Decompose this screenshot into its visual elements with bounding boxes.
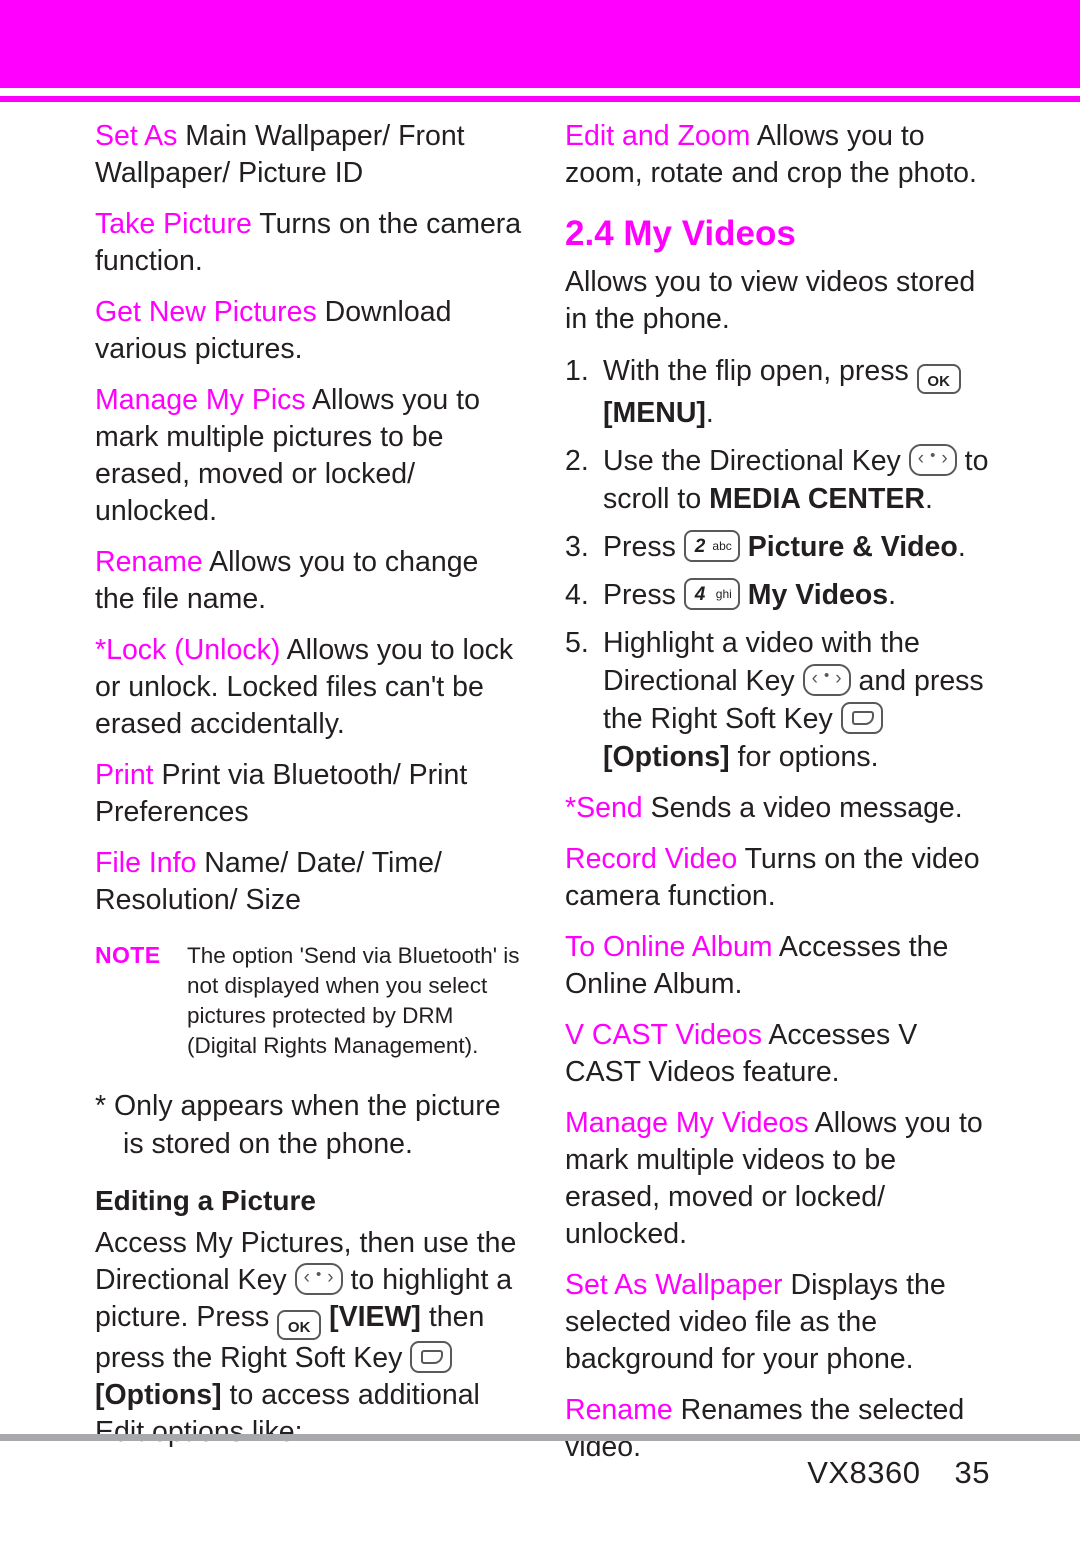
key-4-letters: ghi xyxy=(715,587,732,601)
right-soft-key-icon xyxy=(840,702,883,734)
step-2-punct: . xyxy=(925,483,933,515)
step-3: 3. Press 2 abc Picture & Video. xyxy=(565,528,990,566)
note-label: NOTE xyxy=(95,942,161,968)
step-3-text-after xyxy=(740,531,748,563)
entry-lock-unlock: *Lock (Unlock) Allows you to lock or unl… xyxy=(95,632,525,743)
step-2-text: Use the Directional Key xyxy=(603,445,909,477)
options-label: [Options] xyxy=(95,1379,222,1411)
entry-take-picture: Take Picture Turns on the camera functio… xyxy=(95,206,525,280)
section-title-my-videos: 2.4 My Videos xyxy=(565,214,796,253)
step-2-bold: MEDIA CENTER xyxy=(709,483,925,515)
term-v-cast-videos: V CAST Videos xyxy=(565,1019,762,1051)
key-2-abc-icon: 2 abc xyxy=(683,530,740,562)
step-1-bold: [MENU] xyxy=(603,397,706,429)
term-manage-my-videos: Manage My Videos xyxy=(565,1107,809,1139)
right-column: Edit and Zoom Allows you to zoom, rotate… xyxy=(565,118,990,1480)
term-edit-and-zoom: Edit and Zoom xyxy=(565,120,751,152)
step-4-number: 4. xyxy=(565,579,589,611)
term-manage-my-pics: Manage My Pics xyxy=(95,384,306,416)
step-4-punct: . xyxy=(888,579,897,611)
step-1-number: 1. xyxy=(565,355,589,387)
directional-key-icon: • xyxy=(802,664,851,696)
step-5-bold: [Options] xyxy=(603,741,730,773)
entry-edit-and-zoom: Edit and Zoom Allows you to zoom, rotate… xyxy=(565,118,990,192)
header-rule xyxy=(0,96,1080,102)
term-set-as: Set As xyxy=(95,120,178,152)
my-videos-steps: 1. With the flip open, press OK [MENU]. 2.… xyxy=(565,352,990,776)
entry-v-cast-videos: V CAST Videos Accesses V CAST Videos fea… xyxy=(565,1017,990,1091)
step-2-number: 2. xyxy=(565,445,589,477)
key-4-ghi-icon: 4 ghi xyxy=(683,578,740,610)
term-lock-unlock: *Lock (Unlock) xyxy=(95,634,281,666)
term-rename: Rename xyxy=(95,546,203,578)
step-5-punct: for options. xyxy=(729,741,879,773)
subheading-editing-a-picture: Editing a Picture xyxy=(95,1185,316,1216)
note-text: The option 'Send via Bluetooth' is not d… xyxy=(187,943,520,1058)
top-banner xyxy=(0,0,1080,88)
step-3-punct: . xyxy=(957,531,966,563)
footer: VX8360 35 xyxy=(807,1455,990,1491)
entry-send: *Send Sends a video message. xyxy=(565,790,990,827)
term-record-video: Record Video xyxy=(565,843,738,875)
right-soft-key-icon xyxy=(410,1341,453,1373)
key-2-digit: 2 xyxy=(694,536,706,557)
ok-key-icon: OK xyxy=(916,364,961,394)
entry-get-new-pictures: Get New Pictures Download various pictur… xyxy=(95,294,525,368)
star-note: * Only appears when the picture is store… xyxy=(95,1090,501,1160)
desc-send: Sends a video message. xyxy=(642,792,963,824)
key-4-digit: 4 xyxy=(694,584,706,605)
step-3-number: 3. xyxy=(565,531,589,563)
step-4-text-after xyxy=(740,579,748,611)
model-number: VX8360 xyxy=(807,1455,921,1490)
step-4-bold: My Videos xyxy=(747,579,889,611)
step-5: 5. Highlight a video with the Directional… xyxy=(565,624,990,776)
step-1-punct: . xyxy=(705,397,714,429)
term-send: *Send xyxy=(565,792,643,824)
term-rename-video: Rename xyxy=(565,1394,673,1426)
note-block: NOTE The option 'Send via Bluetooth' is … xyxy=(95,941,525,1061)
entry-manage-my-videos: Manage My Videos Allows you to mark mult… xyxy=(565,1105,990,1253)
view-label: [VIEW] xyxy=(329,1301,421,1333)
term-print: Print xyxy=(95,759,154,791)
term-file-info: File Info xyxy=(95,847,197,879)
key-2-letters: abc xyxy=(712,539,732,553)
ok-key-icon: OK xyxy=(277,1310,322,1340)
my-videos-intro: Allows you to view videos stored in the … xyxy=(565,266,976,335)
entry-print: Print Print via Bluetooth/ Print Prefere… xyxy=(95,757,525,831)
term-take-picture: Take Picture xyxy=(95,208,252,240)
step-1-text: With the flip open, press xyxy=(603,355,917,387)
entry-rename: Rename Allows you to change the file nam… xyxy=(95,544,525,618)
page-number: 35 xyxy=(954,1455,990,1490)
step-5-number: 5. xyxy=(565,627,589,659)
entry-to-online-album: To Online Album Accesses the Online Albu… xyxy=(565,929,990,1003)
entry-set-as-wallpaper: Set As Wallpaper Displays the selected v… xyxy=(565,1267,990,1378)
directional-key-icon: • xyxy=(908,444,957,476)
step-2: 2.Use the Directional Key • to scroll to… xyxy=(565,442,990,518)
editing-part3 xyxy=(321,1301,329,1333)
step-4: 4. Press 4 ghi My Videos. xyxy=(565,576,990,614)
entry-set-as: Set As Main Wallpaper/ Front Wallpaper/ … xyxy=(95,118,525,192)
entry-record-video: Record Video Turns on the video camera f… xyxy=(565,841,990,915)
term-set-as-wallpaper: Set As Wallpaper xyxy=(565,1269,783,1301)
entry-file-info: File Info Name/ Date/ Time/ Resolution/ … xyxy=(95,845,525,919)
step-3-text: Press xyxy=(603,531,684,563)
term-get-new-pictures: Get New Pictures xyxy=(95,296,317,328)
footer-rule xyxy=(0,1434,1080,1441)
step-4-text: Press xyxy=(603,579,684,611)
left-column: Set As Main Wallpaper/ Front Wallpaper/ … xyxy=(95,118,525,1465)
term-to-online-album: To Online Album xyxy=(565,931,773,963)
directional-key-icon: • xyxy=(294,1263,343,1295)
entry-manage-my-pics: Manage My Pics Allows you to mark multip… xyxy=(95,382,525,530)
step-3-bold: Picture & Video xyxy=(747,531,958,563)
step-1: 1. With the flip open, press OK [MENU]. xyxy=(565,352,990,432)
editing-paragraph: Access My Pictures, then use the Directi… xyxy=(95,1225,525,1451)
